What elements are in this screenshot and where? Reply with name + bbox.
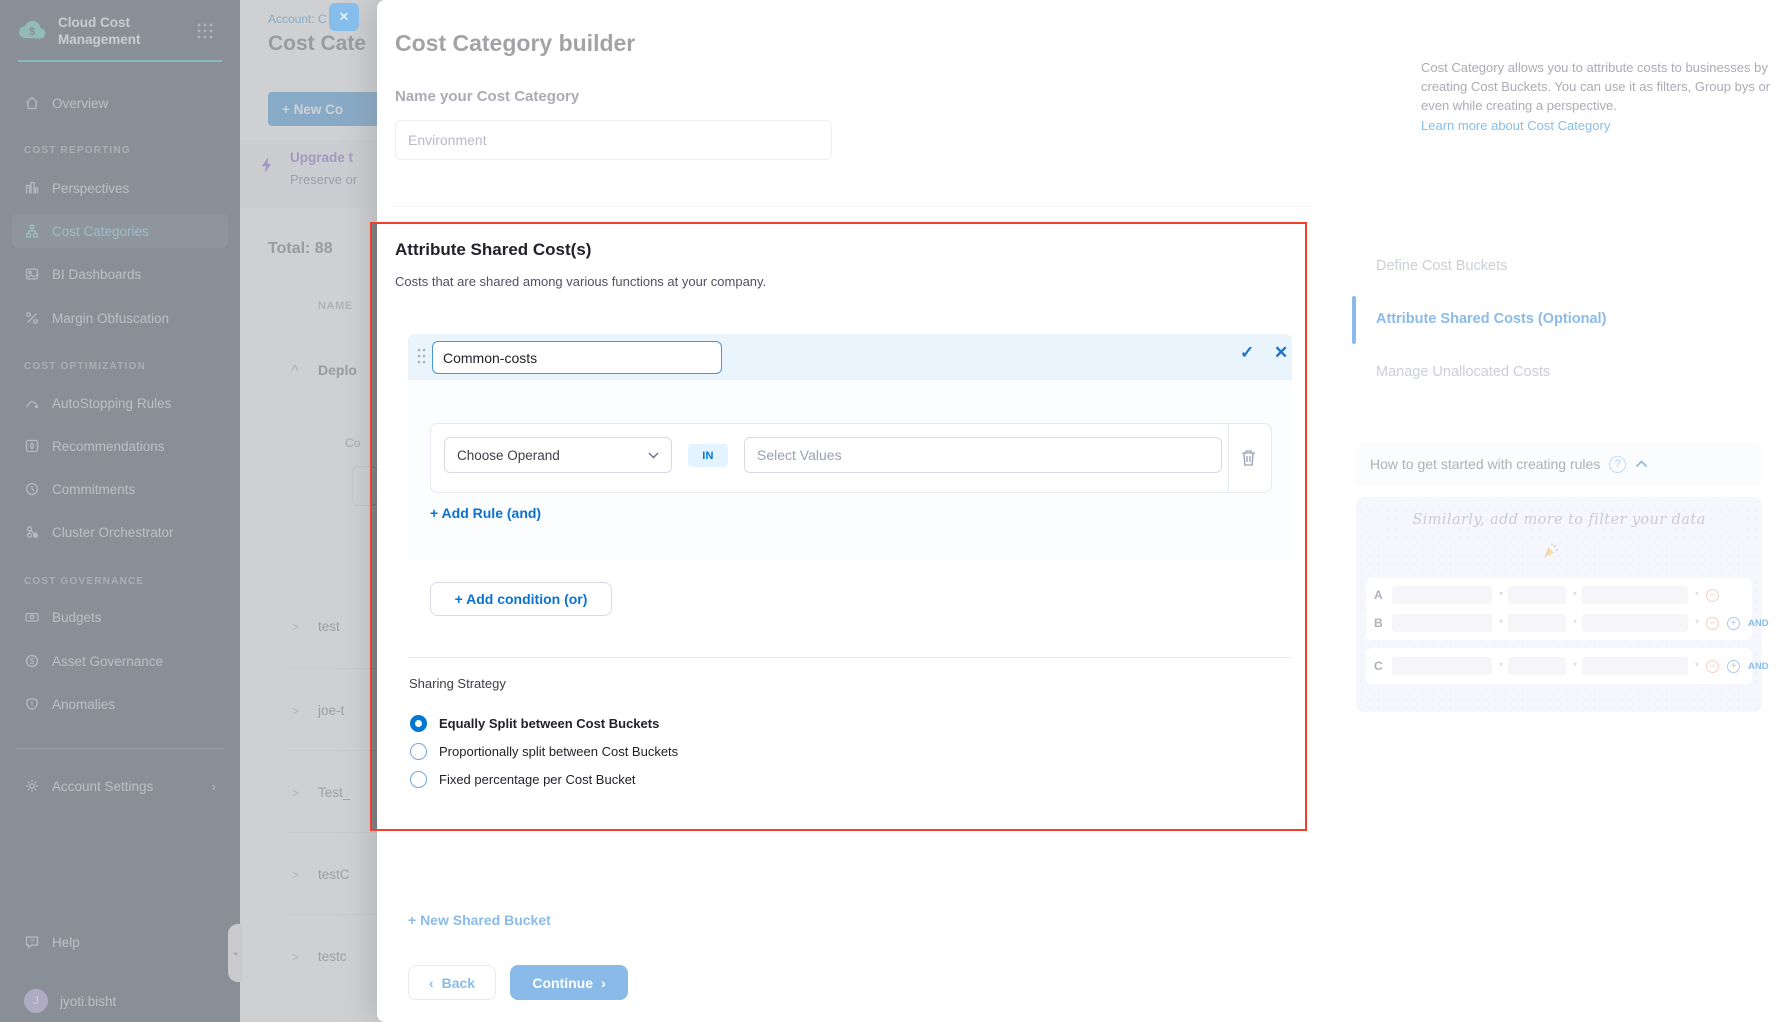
continue-button[interactable]: Continue ›: [510, 965, 628, 1000]
cost-category-info-text: Cost Category allows you to attribute co…: [1421, 58, 1771, 135]
annotation-highlight-frame: [370, 222, 1307, 831]
skeleton-select: [1508, 614, 1566, 632]
remove-rule-icon: −: [1706, 617, 1719, 630]
step-define-cost-buckets[interactable]: Define Cost Buckets: [1376, 258, 1507, 274]
skeleton-rule-card-c: C − + AND: [1366, 648, 1752, 684]
back-label: Back: [442, 975, 475, 991]
howto-accordion[interactable]: How to get started with creating rules ?: [1356, 442, 1762, 486]
app-root: $ Cloud Cost Management Overview COST RE…: [0, 0, 1778, 1022]
continue-chevron-icon: ›: [601, 975, 606, 991]
back-button[interactable]: ‹ Back: [408, 965, 496, 1000]
skeleton-rule-row-a: A −: [1374, 586, 1719, 604]
step-manage-unallocated-costs[interactable]: Manage Unallocated Costs: [1376, 364, 1550, 380]
cost-category-name-input[interactable]: [395, 120, 832, 160]
add-rule-icon: +: [1727, 660, 1740, 673]
illustration-caption: Similarly, add more to filter your data: [1378, 512, 1740, 528]
and-label: AND: [1748, 661, 1769, 672]
section-divider: [393, 206, 1311, 207]
back-chevron-icon: ‹: [429, 975, 434, 991]
party-popper-icon: [1541, 541, 1561, 561]
howto-label: How to get started with creating rules: [1370, 456, 1600, 472]
rule-letter: B: [1374, 616, 1384, 630]
skeleton-select: [1392, 657, 1492, 675]
rule-letter: C: [1374, 659, 1384, 673]
info-text: Cost Category allows you to attribute co…: [1421, 60, 1770, 113]
and-label: AND: [1748, 618, 1769, 629]
continue-label: Continue: [532, 975, 593, 991]
chevron-up-icon[interactable]: [1635, 460, 1648, 468]
skeleton-select: [1508, 657, 1566, 675]
skeleton-rule-row-b: B − + AND: [1374, 614, 1769, 632]
skeleton-select: [1582, 614, 1688, 632]
new-shared-bucket-link[interactable]: + New Shared Bucket: [408, 912, 551, 928]
remove-rule-icon: −: [1706, 660, 1719, 673]
remove-rule-icon: −: [1706, 589, 1719, 602]
add-rule-icon: +: [1727, 617, 1740, 630]
name-field-label: Name your Cost Category: [395, 88, 579, 105]
rule-letter: A: [1374, 588, 1384, 602]
skeleton-select: [1508, 586, 1566, 604]
skeleton-select: [1582, 586, 1688, 604]
skeleton-select: [1582, 657, 1688, 675]
help-circle-icon[interactable]: ?: [1609, 456, 1626, 473]
skeleton-select: [1392, 586, 1492, 604]
active-step-indicator: [1352, 296, 1356, 344]
skeleton-select: [1392, 614, 1492, 632]
skeleton-rule-row-c: C − + AND: [1374, 657, 1769, 675]
modal-title: Cost Category builder: [395, 30, 635, 57]
modal-close-button[interactable]: ✕: [329, 3, 359, 31]
skeleton-rule-card-ab: A − B − + AND: [1366, 578, 1752, 640]
close-icon: ✕: [339, 9, 350, 25]
learn-more-link[interactable]: Learn more about Cost Category: [1421, 116, 1771, 135]
step-attribute-shared-costs[interactable]: Attribute Shared Costs (Optional): [1376, 311, 1606, 327]
